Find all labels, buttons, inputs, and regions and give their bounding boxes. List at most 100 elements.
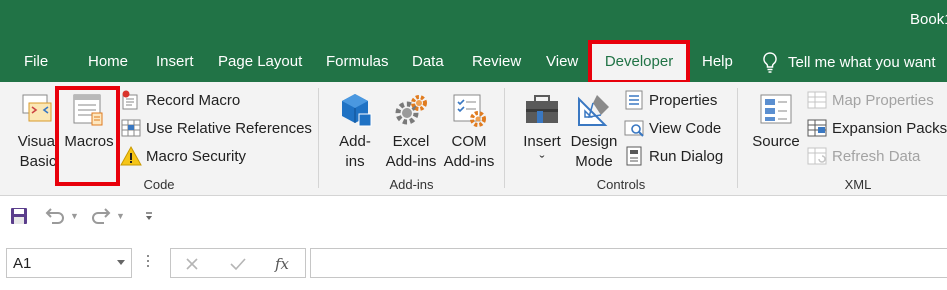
record-macro-button[interactable]: Record Macro [120,88,240,112]
quick-access-toolbar: ▼ ▼ [0,197,947,237]
cancel-button[interactable] [181,253,203,275]
add-ins-line2: ins [345,153,365,170]
excel-add-ins-button[interactable]: Excel Add-ins [381,88,441,172]
save-icon [11,208,27,224]
customize-qat-button[interactable] [144,210,154,222]
add-ins-line1: Add- [339,133,371,150]
tab-view[interactable]: View [546,42,578,82]
tab-data[interactable]: Data [412,42,444,82]
add-ins-icon [342,94,372,127]
macro-security-label: Macro Security [146,147,247,165]
check-icon [230,258,246,271]
tell-me-label: Tell me what you want [788,53,936,71]
tab-review[interactable]: Review [472,42,521,82]
visual-basic-line1: Visual [17,133,59,150]
xml-source-icon [760,94,792,124]
expansion-packs-icon [807,119,827,137]
title-bar: Book1 [0,0,947,42]
customize-dropdown-icon [146,212,152,220]
run-dialog-button[interactable]: Run Dialog [623,144,723,168]
group-xml: Source Map Properties Expansion Packs Re… [738,82,947,196]
name-box[interactable]: A1 [6,248,132,278]
redo-icon [92,208,111,224]
use-relative-references-button[interactable]: Use Relative References [120,116,312,140]
record-macro-icon [122,90,138,110]
refresh-icon [807,147,827,165]
tab-insert[interactable]: Insert [156,42,194,82]
formula-buttons: fx [170,248,306,278]
formula-bar: A1 fx [0,240,947,290]
insert-label: Insert [523,133,561,150]
formula-input[interactable] [310,248,947,278]
redo-button[interactable]: ▼ [90,207,125,225]
tab-file[interactable]: File [24,42,48,82]
relative-references-icon [121,119,141,137]
ribbon-developer: Visual Basic Macros Record Macro Use Rel… [0,82,947,196]
undo-icon [45,208,64,224]
visual-basic-line2: Basic [19,153,57,170]
view-code-label: View Code [649,119,722,137]
design-mode-line2: Mode [575,153,613,170]
properties-label: Properties [649,91,718,109]
expansion-packs-label: Expansion Packs [832,119,947,137]
properties-icon [625,90,643,110]
enter-button[interactable] [227,253,249,275]
expansion-packs-button[interactable]: Expansion Packs [806,116,947,140]
tab-formulas[interactable]: Formulas [326,42,389,82]
group-code-label: Code [143,177,175,192]
com-add-ins-line2: Add-ins [443,153,495,170]
macro-security-button[interactable]: Macro Security [120,144,246,168]
gear-icon [395,95,427,125]
refresh-data-label: Refresh Data [832,147,921,165]
properties-button[interactable]: Properties [623,88,717,112]
chevron-down-icon[interactable] [117,260,125,265]
tell-me-search[interactable]: Tell me what you want [762,42,936,82]
resize-handle[interactable] [146,255,150,273]
map-properties-icon [807,91,827,109]
tab-developer[interactable]: Developer [588,40,690,84]
com-add-ins-icon [453,94,486,127]
lightbulb-icon [763,52,777,73]
view-code-button[interactable]: View Code [623,116,721,140]
undo-button[interactable]: ▼ [44,207,79,225]
redo-dropdown-icon[interactable]: ▼ [116,211,125,221]
map-properties-label: Map Properties [832,91,934,109]
com-add-ins-line1: COM [451,133,487,150]
tab-page-layout[interactable]: Page Layout [218,42,302,82]
design-mode-button[interactable]: Design Mode [567,88,621,172]
run-dialog-icon [626,146,642,166]
design-mode-line1: Design [570,133,618,150]
visual-basic-icon [22,94,52,122]
tab-help[interactable]: Help [702,42,733,82]
warning-icon [120,145,142,166]
group-controls-label: Controls [596,177,646,192]
record-macro-label: Record Macro [146,91,241,109]
name-box-value: A1 [13,254,32,272]
group-addins: Add- ins Excel Add-ins COM Add-ins Add-i… [319,82,504,196]
add-ins-button[interactable]: Add- ins [333,88,377,172]
map-properties-button[interactable]: Map Properties [806,88,934,112]
design-mode-icon [578,95,609,126]
toolbox-icon [526,95,558,123]
group-controls: Insert ˇ Design Mode Properties View Cod… [505,82,737,196]
group-code: Visual Basic Macros Record Macro Use Rel… [0,82,318,196]
window-title: Book1 [910,11,947,28]
group-addins-label: Add-ins [389,177,434,192]
insert-controls-button[interactable]: Insert ˇ [519,88,565,172]
group-xml-label: XML [844,177,872,192]
excel-add-ins-line1: Excel [392,133,430,150]
use-relative-references-label: Use Relative References [146,119,312,137]
com-add-ins-button[interactable]: COM Add-ins [439,88,499,172]
view-code-icon [624,120,644,137]
macros-highlight [55,86,120,186]
tab-home[interactable]: Home [88,42,128,82]
source-button[interactable]: Source [752,88,800,152]
insert-dropdown-caret: ˇ [539,153,545,170]
save-button[interactable] [10,207,28,225]
insert-function-button[interactable]: fx [271,253,293,275]
source-label: Source [752,133,800,150]
excel-add-ins-line2: Add-ins [385,153,437,170]
close-icon [186,258,198,270]
undo-dropdown-icon[interactable]: ▼ [70,211,79,221]
refresh-data-button[interactable]: Refresh Data [806,144,920,168]
